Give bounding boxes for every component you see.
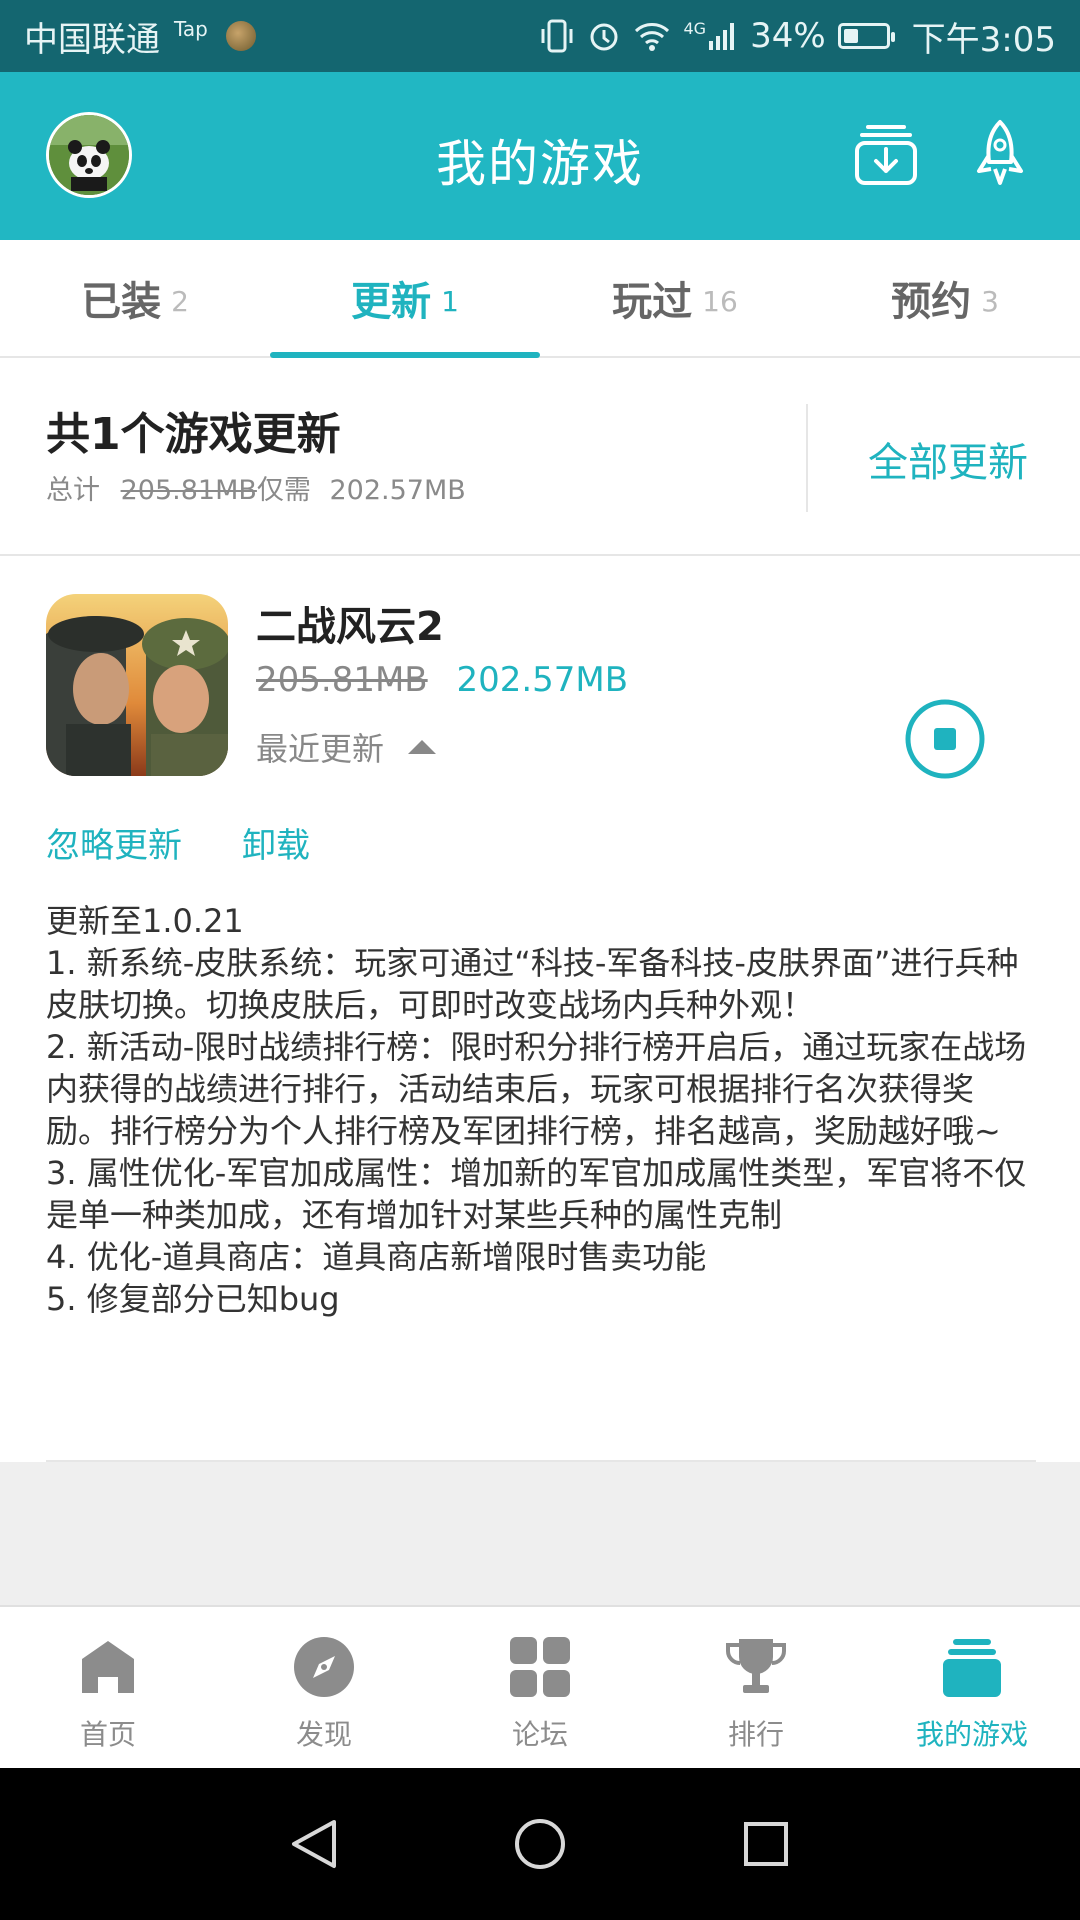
game-new-size: 202.57MB bbox=[456, 660, 629, 700]
vibrate-icon bbox=[541, 19, 573, 53]
tab-label: 玩过 bbox=[612, 279, 693, 325]
carrier-label: 中国联通 bbox=[24, 19, 160, 60]
nav-label: 排行 bbox=[727, 1718, 784, 1751]
game-actions: 忽略更新 卸载 bbox=[46, 818, 310, 867]
app-header: 我的游戏 bbox=[0, 72, 1080, 240]
home-circle-icon bbox=[515, 1819, 565, 1869]
recents-square-icon bbox=[744, 1822, 788, 1866]
caret-up-icon bbox=[408, 740, 437, 754]
tab-reserved[interactable]: 预约 3 bbox=[810, 240, 1080, 356]
status-right: 4G 34% 下午3:05 bbox=[539, 12, 1056, 61]
only-need-label: 仅需 bbox=[256, 475, 311, 506]
battery-icon bbox=[837, 23, 895, 49]
back-button[interactable] bbox=[286, 1816, 342, 1872]
game-name: 二战风云2 bbox=[256, 604, 444, 650]
home-icon bbox=[76, 1635, 140, 1699]
grid-icon bbox=[508, 1635, 572, 1699]
battery-percent: 34% bbox=[750, 16, 826, 56]
ignore-update-link[interactable]: 忽略更新 bbox=[46, 818, 182, 867]
back-triangle-icon bbox=[292, 1820, 336, 1868]
game-artwork-icon bbox=[46, 594, 228, 776]
notification-avatar-icon bbox=[225, 21, 256, 51]
tab-updates[interactable]: 更新 1 bbox=[270, 240, 540, 356]
status-left: 中国联通 Tap bbox=[24, 12, 256, 61]
tab-bar: 已装 2 更新 1 玩过 16 预约 3 bbox=[0, 240, 1080, 358]
nav-label: 发现 bbox=[295, 1718, 352, 1751]
nav-label: 首页 bbox=[79, 1718, 136, 1751]
divider bbox=[806, 404, 808, 512]
home-button[interactable] bbox=[512, 1816, 568, 1872]
nav-label: 我的游戏 bbox=[915, 1718, 1028, 1751]
tab-count: 1 bbox=[441, 284, 459, 318]
changelog-line: 1. 新系统-皮肤系统：玩家可通过“科技-军备科技-皮肤界面”进行兵种皮肤切换。… bbox=[46, 944, 1019, 1024]
nav-my-games[interactable]: 我的游戏 bbox=[864, 1607, 1080, 1768]
game-size-row: 205.81MB 202.57MB bbox=[256, 660, 628, 700]
summary-sizes: 总计 205.81MB仅需 202.57MB bbox=[46, 468, 466, 507]
trophy-icon bbox=[724, 1635, 788, 1699]
signal-icon bbox=[709, 23, 735, 50]
nav-discover[interactable]: 发现 bbox=[216, 1607, 432, 1768]
compass-icon bbox=[292, 1635, 356, 1699]
summary-title: 共1个游戏更新 bbox=[46, 409, 341, 460]
alarm-icon bbox=[590, 23, 618, 51]
recent-update-label: 最近更新 bbox=[256, 730, 385, 768]
uninstall-link[interactable]: 卸载 bbox=[242, 818, 310, 867]
nav-ranking[interactable]: 排行 bbox=[648, 1607, 864, 1768]
tab-count: 2 bbox=[171, 284, 189, 318]
nav-home[interactable]: 首页 bbox=[0, 1607, 216, 1768]
recent-update-toggle[interactable]: 最近更新 bbox=[256, 724, 437, 770]
game-old-size: 205.81MB bbox=[256, 660, 428, 700]
tap-tag: Tap bbox=[174, 17, 208, 41]
nav-forum[interactable]: 论坛 bbox=[432, 1607, 648, 1768]
original-size: 205.81MB bbox=[120, 475, 257, 506]
update-all-button[interactable]: 全部更新 bbox=[868, 430, 1028, 488]
changelog-line: 3. 属性优化-军官加成属性：增加新的军官加成属性类型，军官将不仅是单一种类加成… bbox=[46, 1154, 1027, 1234]
update-summary: 共1个游戏更新 总计 205.81MB仅需 202.57MB 全部更新 bbox=[0, 358, 1080, 556]
changelog-line: 2. 新活动-限时战绩排行榜：限时积分排行榜开启后，通过玩家在战场内获得的战绩进… bbox=[46, 1028, 1027, 1150]
rocket-icon bbox=[977, 120, 1023, 185]
system-nav-bar bbox=[0, 1768, 1080, 1920]
stop-progress-icon bbox=[905, 699, 985, 779]
game-icon[interactable] bbox=[46, 594, 228, 776]
changelog-line: 5. 修复部分已知bug bbox=[46, 1280, 340, 1318]
network-type: 4G bbox=[683, 18, 707, 38]
tab-count: 3 bbox=[981, 284, 999, 318]
stop-download-button[interactable] bbox=[904, 698, 986, 780]
total-label: 总计 bbox=[46, 475, 100, 506]
changelog: 更新至1.0.21 1. 新系统-皮肤系统：玩家可通过“科技-军备科技-皮肤界面… bbox=[46, 900, 1036, 1320]
required-size: 202.57MB bbox=[329, 475, 466, 506]
empty-area bbox=[0, 1462, 1080, 1607]
tab-label: 预约 bbox=[891, 279, 972, 325]
stack-icon bbox=[940, 1635, 1004, 1699]
download-manager-icon bbox=[855, 125, 917, 185]
tab-played[interactable]: 玩过 16 bbox=[540, 240, 810, 356]
changelog-title: 更新至1.0.21 bbox=[46, 902, 244, 940]
tab-count: 16 bbox=[702, 284, 738, 318]
bottom-nav: 首页 发现 论坛 排行 我的游戏 bbox=[0, 1607, 1080, 1768]
tab-label: 更新 bbox=[351, 279, 432, 325]
wifi-icon bbox=[635, 23, 670, 51]
download-manager-button[interactable] bbox=[846, 114, 926, 194]
tab-label: 已装 bbox=[81, 279, 162, 325]
rocket-button[interactable] bbox=[960, 114, 1040, 194]
nav-label: 论坛 bbox=[511, 1718, 568, 1751]
tab-installed[interactable]: 已装 2 bbox=[0, 240, 270, 356]
recents-button[interactable] bbox=[738, 1816, 794, 1872]
status-bar: 中国联通 Tap 4G 34% 下午3:05 bbox=[0, 0, 1080, 72]
clock: 下午3:05 bbox=[911, 19, 1056, 60]
battery-fill bbox=[843, 29, 858, 43]
changelog-line: 4. 优化-道具商店：道具商店新增限时售卖功能 bbox=[46, 1238, 707, 1276]
